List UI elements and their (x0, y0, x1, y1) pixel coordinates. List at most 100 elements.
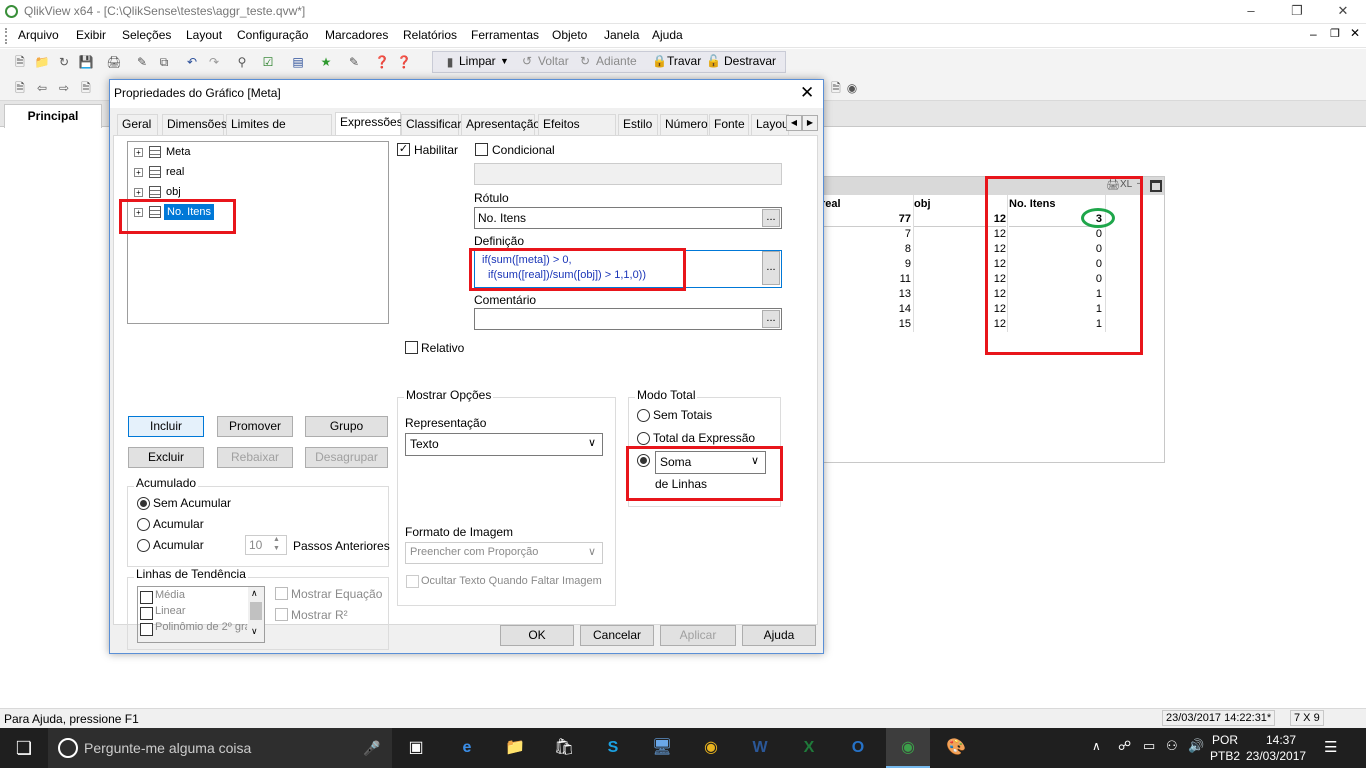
sheet-props-icon[interactable]: 🗎 (76, 78, 96, 98)
menu-arquivo[interactable]: Arquivo (18, 28, 59, 42)
skype-icon[interactable]: S (601, 736, 625, 760)
sem-acumular-radio[interactable] (137, 497, 150, 510)
habilitar-checkbox[interactable]: ✓ (397, 143, 410, 156)
excel-icon[interactable]: X (797, 736, 821, 760)
grupo-button[interactable]: Grupo (305, 416, 388, 437)
tray-network-icon[interactable]: ☍ (1118, 738, 1131, 754)
help-icon[interactable]: ❓ (372, 52, 392, 72)
tray-wifi-icon[interactable]: ⚇ (1166, 738, 1178, 754)
action-center-icon[interactable]: ☰ (1324, 738, 1337, 756)
polinomio-checkbox[interactable] (140, 623, 153, 636)
save-icon[interactable]: 💾 (76, 52, 96, 72)
expand-icon[interactable]: + (134, 168, 143, 177)
mostrar-equacao-checkbox[interactable] (275, 587, 288, 600)
stepper-up-icon[interactable]: ▲ (273, 536, 280, 543)
condicional-checkbox[interactable] (475, 143, 488, 156)
relativo-checkbox[interactable] (405, 341, 418, 354)
comentario-ellipsis-button[interactable]: ... (762, 310, 780, 328)
new-icon[interactable]: 🗎 (10, 52, 30, 72)
language-por[interactable]: POR (1212, 733, 1238, 747)
tab-efeitos-visuais[interactable]: Efeitos Visuais (538, 114, 616, 150)
limpar-dropdown-icon[interactable]: ▼ (500, 56, 509, 66)
tab-layout[interactable]: Layou (751, 114, 789, 135)
restore-button[interactable]: ❐ (1274, 0, 1320, 24)
rebaixar-button[interactable]: Rebaixar (217, 447, 293, 468)
file-explorer-icon[interactable]: 📁 (503, 736, 527, 760)
edge-icon[interactable]: e (455, 736, 479, 760)
new-sheet-icon[interactable]: 🗎 (10, 78, 30, 98)
sem-totais-radio[interactable] (637, 409, 650, 422)
ajuda-button[interactable]: Ajuda (742, 625, 816, 646)
expression-item-real[interactable]: real (166, 166, 184, 178)
desagrupar-button[interactable]: Desagrupar (305, 447, 388, 468)
menu-configuracao[interactable]: Configuração (237, 28, 308, 42)
tab-dimensoes[interactable]: Dimensões (162, 114, 227, 135)
sheet-left-icon[interactable]: ⇦ (32, 78, 52, 98)
travar-button[interactable]: Travar (667, 54, 701, 68)
tab-scroll-left-icon[interactable]: ◀ (786, 115, 802, 131)
excluir-button[interactable]: Excluir (128, 447, 204, 468)
voltar-button[interactable]: Voltar (538, 54, 569, 68)
menu-exibir[interactable]: Exibir (76, 28, 106, 42)
close-window-button[interactable]: ✕ (1320, 0, 1366, 24)
stepper-down-icon[interactable]: ▼ (273, 545, 280, 552)
language-ptb2[interactable]: PTB2 (1210, 749, 1240, 763)
limpar-button[interactable]: Limpar (459, 54, 496, 68)
acumular-passos-radio[interactable] (137, 539, 150, 552)
edit-icon[interactable]: ✎ (132, 52, 152, 72)
definicao-ellipsis-button[interactable]: ... (762, 251, 780, 285)
tab-principal[interactable]: Principal (4, 104, 102, 128)
expand-icon[interactable]: + (134, 148, 143, 157)
cancelar-button[interactable]: Cancelar (580, 625, 654, 646)
linear-checkbox[interactable] (140, 607, 153, 620)
redo-icon[interactable]: ↷ (204, 52, 224, 72)
network-app-icon[interactable]: 🖥 (650, 736, 674, 760)
expression-item-meta[interactable]: Meta (166, 146, 190, 158)
scroll-down-icon[interactable]: ∨ (251, 626, 258, 637)
clock-time[interactable]: 14:37 (1266, 733, 1296, 747)
clear-icon[interactable]: ▮ (440, 52, 460, 72)
edit-module-icon[interactable]: ✎ (344, 52, 364, 72)
undo-icon[interactable]: ↶ (182, 52, 202, 72)
acumular-radio[interactable] (137, 518, 150, 531)
word-icon[interactable]: W (748, 736, 772, 760)
menu-relatorios[interactable]: Relatórios (403, 28, 457, 42)
tray-battery-icon[interactable]: ▭ (1143, 738, 1155, 754)
mdi-minimize-icon[interactable]: – (1310, 27, 1317, 41)
windows-start-icon[interactable]: ❏ (12, 736, 36, 760)
expression-item-obj[interactable]: obj (166, 186, 181, 198)
menu-janela[interactable]: Janela (604, 28, 639, 42)
tab-fonte[interactable]: Fonte (709, 114, 749, 135)
checklist-icon[interactable]: ☑ (258, 52, 278, 72)
context-help-icon[interactable]: ❓ (394, 52, 414, 72)
store-icon[interactable]: 🛍 (552, 736, 576, 760)
media-checkbox[interactable] (140, 591, 153, 604)
column-header-real[interactable]: real (821, 197, 913, 212)
mostrar-r2-checkbox[interactable] (275, 608, 288, 621)
print-icon[interactable]: 🖨 (104, 52, 124, 72)
clock-date[interactable]: 23/03/2017 (1246, 749, 1306, 763)
mdi-close-icon[interactable]: ✕ (1350, 26, 1360, 40)
microphone-icon[interactable]: 🎤 (360, 736, 384, 760)
reload-icon[interactable]: ↻ (54, 52, 74, 72)
mdi-restore-icon[interactable]: ❐ (1330, 27, 1340, 40)
tab-expressoes[interactable]: Expressões (335, 112, 403, 136)
scroll-thumb[interactable] (250, 602, 262, 620)
promover-button[interactable]: Promover (217, 416, 293, 437)
search-icon[interactable]: ⚲ (232, 52, 252, 72)
tab-numero[interactable]: Número (660, 114, 708, 135)
tray-chevron-icon[interactable]: ∧ (1092, 739, 1101, 753)
destravar-button[interactable]: Destravar (724, 54, 776, 68)
menu-marcadores[interactable]: Marcadores (325, 28, 388, 42)
menu-ajuda[interactable]: Ajuda (652, 28, 683, 42)
aplicar-button[interactable]: Aplicar (660, 625, 736, 646)
rotulo-ellipsis-button[interactable]: ... (762, 209, 780, 227)
tab-geral[interactable]: Geral (117, 114, 158, 135)
total-expressao-radio[interactable] (637, 432, 650, 445)
open-icon[interactable]: 📁 (32, 52, 52, 72)
tab-limites-dimensao[interactable]: Limites de Dimensão (226, 114, 332, 150)
chart-icon[interactable]: ▤ (288, 52, 308, 72)
adiante-button[interactable]: Adiante (596, 54, 637, 68)
menu-layout[interactable]: Layout (186, 28, 222, 42)
scroll-up-icon[interactable]: ∧ (251, 588, 258, 599)
